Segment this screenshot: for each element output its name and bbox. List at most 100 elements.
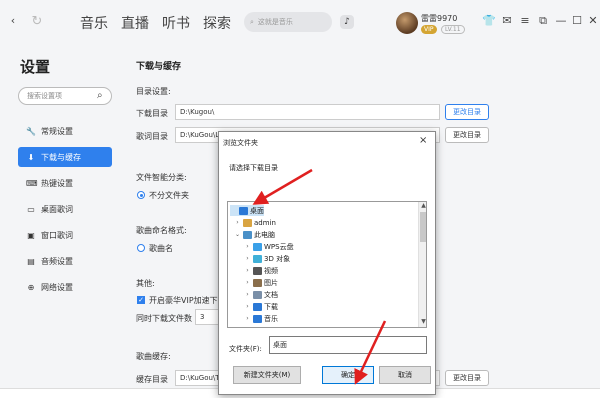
tree-row[interactable]: › 下载 xyxy=(244,301,278,312)
download-icon: ⬇ xyxy=(27,152,35,162)
folder-icon xyxy=(243,230,252,239)
tree-row-label: WPS云盘 xyxy=(264,242,294,251)
sidebar-item-download[interactable]: ⬇ 下载与缓存 xyxy=(18,147,112,167)
scroll-up-icon[interactable]: ▲ xyxy=(419,202,426,211)
sidebar-item-label: 窗口歌词 xyxy=(41,230,73,240)
sidebar-item-label: 热键设置 xyxy=(41,178,73,188)
window-icon: ▣ xyxy=(27,230,35,240)
chevron-right-icon[interactable]: › xyxy=(244,291,251,298)
vip-accelerate-checkbox[interactable]: ✓ xyxy=(137,296,145,304)
minimize-icon[interactable]: — xyxy=(554,14,568,27)
download-dir-label: 下载目录 xyxy=(136,109,168,118)
folder-icon xyxy=(253,278,262,287)
chevron-right-icon[interactable]: › xyxy=(244,303,251,310)
change-cache-dir-button[interactable]: 更改目录 xyxy=(445,370,489,386)
scroll-thumb[interactable] xyxy=(420,212,426,242)
tree-row[interactable]: 桌面 xyxy=(230,205,264,216)
sidebar-item-hotkeys[interactable]: ⌨ 热键设置 xyxy=(18,173,112,193)
sidebar-item-general[interactable]: 🔧 常规设置 xyxy=(18,121,112,141)
sidebar-item-label: 网络设置 xyxy=(41,282,73,292)
chevron-down-icon[interactable]: ⌄ xyxy=(234,231,241,238)
vip-badge: VIP xyxy=(421,25,437,34)
browse-folder-dialog: 浏览文件夹 × 请选择下载目录 桌面 › admin ⌄ 此电脑 › WPS云盘 › 3D 对象… xyxy=(218,131,436,395)
tree-row[interactable]: › 视频 xyxy=(244,265,278,276)
tab-books[interactable]: 听书 xyxy=(162,13,190,33)
change-download-dir-button[interactable]: 更改目录 xyxy=(445,104,489,120)
menu-icon[interactable]: ≡ xyxy=(518,14,532,27)
tab-explore[interactable]: 探索 xyxy=(203,13,231,33)
song-name-radio[interactable] xyxy=(137,244,145,252)
dialog-title: 浏览文件夹 xyxy=(223,139,258,147)
tree-row-label: 下载 xyxy=(264,302,278,311)
tree-row[interactable]: › 图片 xyxy=(244,277,278,288)
ok-button[interactable]: 确定 xyxy=(322,366,374,384)
tree-row[interactable]: › WPS云盘 xyxy=(244,241,294,252)
tree-row-label: 此电脑 xyxy=(254,230,275,239)
folder-input[interactable]: 桌面 xyxy=(269,336,427,354)
back-icon[interactable]: ‹ xyxy=(6,14,20,27)
folder-icon xyxy=(253,326,262,327)
tree-row-label: 文档 xyxy=(264,290,278,299)
folder-icon xyxy=(253,290,262,299)
search-placeholder: 这就是音乐 xyxy=(257,18,293,26)
tab-music[interactable]: 音乐 xyxy=(80,13,108,33)
dialog-prompt: 请选择下载目录 xyxy=(229,164,278,172)
no-subfolder-label: 不分文件夹 xyxy=(149,191,189,200)
avatar[interactable] xyxy=(396,12,418,34)
folder-icon xyxy=(253,242,262,251)
tree-row[interactable]: › 文档 xyxy=(244,289,278,300)
close-icon[interactable]: ✕ xyxy=(586,14,600,27)
sidebar-item-audio[interactable]: ▤ 音频设置 xyxy=(18,251,112,271)
tree-row[interactable]: ⌄ 此电脑 xyxy=(234,229,275,240)
other-heading: 其他: xyxy=(136,279,155,288)
scroll-down-icon[interactable]: ▼ xyxy=(419,318,426,327)
concurrent-field[interactable]: 3 xyxy=(195,309,219,325)
sidebar-item-label: 桌面歌词 xyxy=(41,204,73,214)
folder-icon xyxy=(243,218,252,227)
sidebar-item-window-lyrics[interactable]: ▣ 窗口歌词 xyxy=(18,225,112,245)
tree-scrollbar[interactable]: ▲ ▼ xyxy=(418,202,426,327)
song-name-label: 歌曲名 xyxy=(149,244,173,253)
search-icon[interactable]: ⌕ xyxy=(97,90,103,101)
folder-icon xyxy=(253,254,262,263)
sidebar-item-desktop-lyrics[interactable]: ▭ 桌面歌词 xyxy=(18,199,112,219)
chevron-right-icon[interactable]: › xyxy=(244,279,251,286)
search-input[interactable]: ⌕ 这就是音乐 xyxy=(244,12,332,32)
voice-search-icon[interactable]: ♪ xyxy=(340,15,354,29)
folder-icon xyxy=(253,314,262,323)
chevron-right-icon[interactable]: › xyxy=(244,267,251,274)
refresh-icon[interactable]: ↻ xyxy=(30,14,44,29)
maximize-icon[interactable]: ☐ xyxy=(570,14,584,27)
chevron-right-icon[interactable]: › xyxy=(234,219,241,226)
chevron-right-icon[interactable]: › xyxy=(244,315,251,322)
song-naming-heading: 歌曲命名格式: xyxy=(136,226,187,235)
skin-icon[interactable]: 👕 xyxy=(482,14,496,27)
folder-tree[interactable]: 桌面 › admin ⌄ 此电脑 › WPS云盘 › 3D 对象 › 视频 › 图片 › 文档 › 下载 › 音乐 … xyxy=(227,201,427,328)
chevron-right-icon[interactable]: › xyxy=(244,243,251,250)
tree-row-label: 图片 xyxy=(264,278,278,287)
mail-icon[interactable]: ✉ xyxy=(500,14,514,27)
chevron-right-icon[interactable]: › xyxy=(244,255,251,262)
folder-label: 文件夹(F): xyxy=(229,345,262,353)
minimize-mode-icon[interactable]: ⧉ xyxy=(536,14,550,28)
tree-row-label: 3D 对象 xyxy=(264,254,291,263)
tree-row[interactable]: › admin xyxy=(234,217,276,228)
audio-icon: ▤ xyxy=(27,256,35,266)
tree-row[interactable] xyxy=(244,325,264,327)
folder-icon xyxy=(253,266,262,275)
download-dir-field[interactable]: D:\Kugou\ xyxy=(175,104,440,120)
cache-heading: 歌曲缓存: xyxy=(136,352,171,361)
section-title: 下载与缓存 xyxy=(136,62,182,72)
tree-row[interactable]: › 3D 对象 xyxy=(244,253,290,264)
tree-row[interactable]: › 音乐 xyxy=(244,313,278,324)
dialog-close-icon[interactable]: × xyxy=(419,135,427,146)
tab-live[interactable]: 直播 xyxy=(121,13,149,33)
cancel-button[interactable]: 取消 xyxy=(379,366,431,384)
sidebar-item-network[interactable]: ⊕ 网络设置 xyxy=(18,277,112,297)
new-folder-button[interactable]: 新建文件夹(M) xyxy=(233,366,301,384)
username[interactable]: 雷雷9970 xyxy=(421,13,457,24)
tree-row-label: admin xyxy=(254,218,276,227)
no-subfolder-radio[interactable] xyxy=(137,191,145,199)
concurrent-label: 同时下载文件数 xyxy=(136,314,192,323)
change-lyrics-dir-button[interactable]: 更改目录 xyxy=(445,127,489,143)
